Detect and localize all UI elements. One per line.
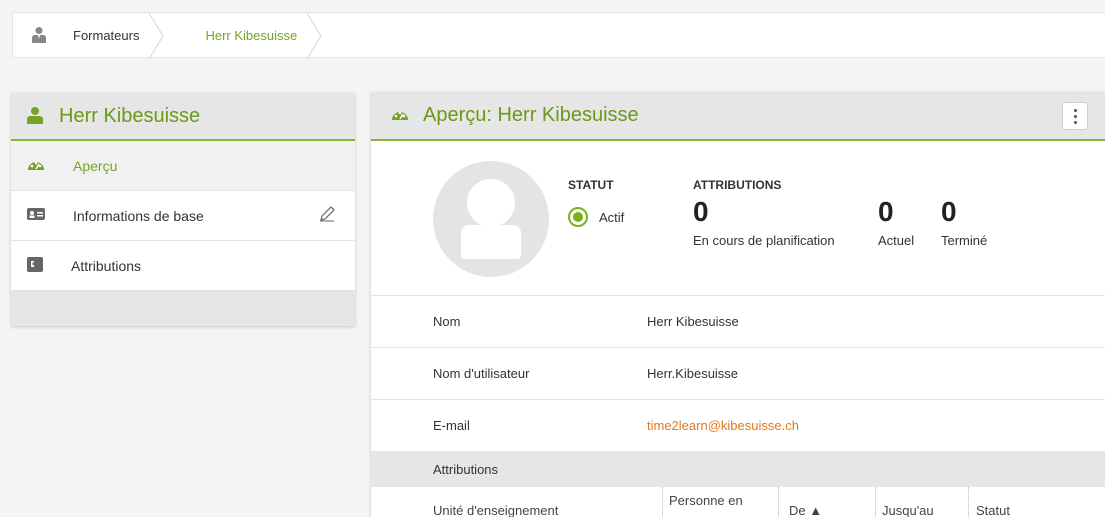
stat-planning-label: En cours de planification xyxy=(693,233,835,248)
stat-current-count: 0 xyxy=(878,196,894,227)
sidebar-item-attributions[interactable]: Attributions xyxy=(11,241,355,291)
column-header-statut[interactable]: Statut xyxy=(976,503,1010,517)
column-header-jusquau[interactable]: Jusqu'au xyxy=(882,503,934,517)
edit-icon[interactable] xyxy=(319,206,335,225)
sidebar-item-label: Aperçu xyxy=(73,157,118,174)
column-header-de[interactable]: De ▲ xyxy=(789,503,822,517)
avatar xyxy=(433,161,549,277)
breadcrumb-separator xyxy=(149,13,185,59)
attributions-heading: ATTRIBUTIONS xyxy=(693,178,782,192)
user-icon xyxy=(27,106,43,127)
status-value: Actif xyxy=(599,210,625,225)
breadcrumb-separator xyxy=(306,13,343,59)
field-row-email: E-mail time2learn@kibesuisse.ch xyxy=(371,400,1105,452)
field-label: Nom xyxy=(433,314,461,329)
email-link[interactable]: time2learn@kibesuisse.ch xyxy=(647,418,799,433)
field-row-username: Nom d'utilisateur Herr.Kibesuisse xyxy=(371,348,1105,400)
more-vertical-icon xyxy=(1073,108,1077,112)
overview-section: STATUT Actif ATTRIBUTIONS 0 En cours de … xyxy=(371,141,1105,296)
attributions-section-header: Attributions xyxy=(371,452,1105,487)
stat-done-count: 0 xyxy=(941,196,957,227)
field-label: Nom d'utilisateur xyxy=(433,366,530,381)
trainers-icon xyxy=(13,13,65,57)
left-panel-title: Herr Kibesuisse xyxy=(59,104,201,127)
stat-current-label: Actuel xyxy=(878,233,915,248)
field-row-name: Nom Herr Kibesuisse xyxy=(371,296,1105,348)
field-label: E-mail xyxy=(433,418,470,433)
dashboard-icon xyxy=(391,107,409,124)
attributions-table-header: Unité d'enseignement Personne en De ▲ Ju… xyxy=(371,487,1105,517)
right-panel: Aperçu: Herr Kibesuisse STATUT Actif ATT… xyxy=(371,92,1105,517)
breadcrumb-label: Formateurs xyxy=(73,27,140,43)
assignment-icon xyxy=(27,256,43,275)
left-panel: Herr Kibesuisse Aperçu Informations de b… xyxy=(11,93,355,326)
section-title: Attributions xyxy=(433,462,499,477)
field-value: Herr Kibesuisse xyxy=(647,314,739,329)
id-card-icon xyxy=(27,207,45,224)
field-value: Herr.Kibesuisse xyxy=(647,366,739,381)
sidebar-item-label: Informations de base xyxy=(73,207,204,224)
breadcrumb: Formateurs Herr Kibesuisse xyxy=(12,12,1105,59)
column-header-personne[interactable]: Personne en xyxy=(669,493,743,508)
breadcrumb-label: Herr Kibesuisse xyxy=(205,27,298,43)
stat-planning-count: 0 xyxy=(693,196,709,227)
sidebar-item-informations[interactable]: Informations de base xyxy=(11,191,355,241)
more-options-button[interactable] xyxy=(1062,102,1088,130)
stat-done-label: Terminé xyxy=(941,233,988,248)
sidebar-item-apercu[interactable]: Aperçu xyxy=(11,141,355,191)
sidebar-item-label: Attributions xyxy=(71,257,142,274)
page-title: Aperçu: Herr Kibesuisse xyxy=(423,104,639,126)
dashboard-icon xyxy=(27,157,45,174)
statut-heading: STATUT xyxy=(568,178,614,192)
right-panel-header: Aperçu: Herr Kibesuisse xyxy=(371,92,1105,141)
column-header-unite[interactable]: Unité d'enseignement xyxy=(433,503,558,517)
left-panel-header: Herr Kibesuisse xyxy=(11,93,355,141)
status-radio xyxy=(568,207,588,227)
